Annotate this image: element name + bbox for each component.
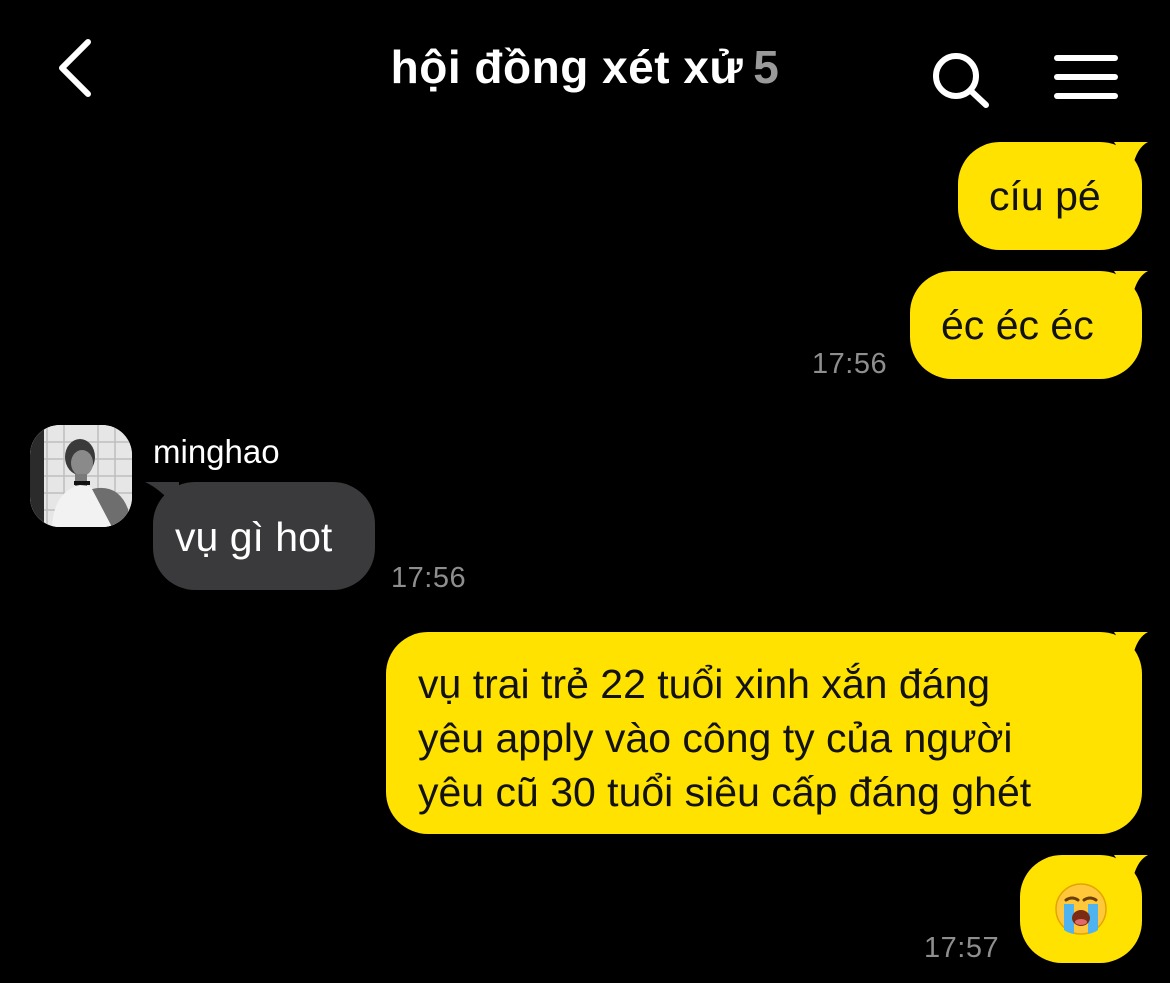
message-text-line: vụ trai trẻ 22 tuổi xinh xắn đáng xyxy=(418,661,991,707)
hamburger-menu-icon xyxy=(1054,55,1118,99)
message-text-line: yêu cũ 30 tuổi siêu cấp đáng ghét xyxy=(418,769,1032,815)
chat-header: hội đồng xét xử 5 xyxy=(0,0,1170,140)
message-text: éc éc éc xyxy=(941,302,1094,348)
search-button[interactable] xyxy=(930,50,994,110)
menu-button[interactable] xyxy=(1054,54,1118,102)
search-icon xyxy=(933,53,989,108)
bubble-tail xyxy=(1114,271,1148,299)
message-text-line: yêu apply vào công ty của người xyxy=(418,715,1013,761)
sender-name: minghao xyxy=(153,433,280,470)
chat-title-text: hội đồng xét xử xyxy=(390,41,744,93)
message-bubble-incoming[interactable]: vụ gì hot xyxy=(153,482,375,590)
message-text: cíu pé xyxy=(989,173,1101,219)
profile-photo xyxy=(30,425,132,527)
message-timestamp: 17:56 xyxy=(391,562,467,594)
bubble-tail xyxy=(1114,632,1148,660)
message-timestamp: 17:57 xyxy=(924,932,1000,964)
message-bubble-outgoing[interactable]: vụ trai trẻ 22 tuổi xinh xắn đáng yêu ap… xyxy=(386,632,1142,834)
message-text: vụ gì hot xyxy=(175,514,333,560)
message-bubble-outgoing[interactable]: éc éc éc xyxy=(910,271,1142,379)
bubble-tail xyxy=(1114,855,1148,883)
chat-title: hội đồng xét xử 5 xyxy=(0,40,1170,94)
member-count: 5 xyxy=(753,41,780,93)
bubble-tail xyxy=(1114,142,1148,170)
bubble-tail xyxy=(145,482,179,510)
loudly-crying-face-icon xyxy=(1055,883,1107,935)
avatar[interactable] xyxy=(30,425,132,527)
message-timestamp: 17:56 xyxy=(812,348,888,380)
